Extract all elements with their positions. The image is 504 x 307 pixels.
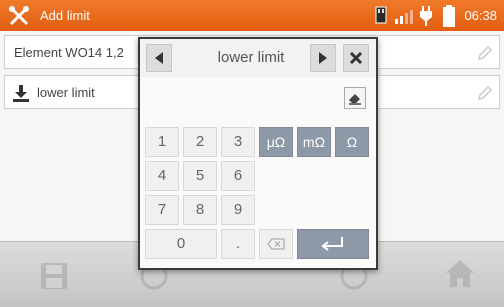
key-2[interactable]: 2 xyxy=(183,127,217,157)
arrow-right-icon xyxy=(319,52,327,64)
enter-button[interactable] xyxy=(297,229,369,259)
key-microohm[interactable]: μΩ xyxy=(259,127,293,157)
key-decimal-point[interactable]: . xyxy=(221,229,255,259)
pencil-icon[interactable] xyxy=(477,45,493,61)
lower-limit-label: lower limit xyxy=(37,85,95,100)
download-icon xyxy=(12,84,30,102)
home-icon[interactable] xyxy=(444,257,476,294)
close-icon xyxy=(349,51,363,65)
dialog-header: lower limit xyxy=(140,39,376,77)
keypad-dialog: lower limit 1 2 3 μΩ mΩ Ω 4 5 6 7 8 9 0 xyxy=(138,37,378,270)
backspace-button[interactable] xyxy=(259,229,293,259)
key-8[interactable]: 8 xyxy=(183,195,217,225)
key-ohm[interactable]: Ω xyxy=(335,127,369,157)
key-4[interactable]: 4 xyxy=(145,161,179,191)
key-6[interactable]: 6 xyxy=(221,161,255,191)
previous-button[interactable] xyxy=(146,44,172,72)
key-0[interactable]: 0 xyxy=(145,229,217,259)
element-name-label: Element WO14 1,2 xyxy=(14,45,124,60)
dialog-title: lower limit xyxy=(217,49,285,66)
pencil-icon[interactable] xyxy=(477,85,493,101)
next-button[interactable] xyxy=(310,44,336,72)
wrench-screwdriver-icon xyxy=(8,5,30,27)
close-button[interactable] xyxy=(343,44,369,72)
enter-icon xyxy=(321,237,343,251)
plug-icon xyxy=(419,6,433,31)
eraser-icon xyxy=(349,94,361,105)
key-5[interactable]: 5 xyxy=(183,161,217,191)
value-display xyxy=(144,79,372,117)
key-7[interactable]: 7 xyxy=(145,195,179,225)
backspace-icon xyxy=(267,238,285,250)
clock: 06:38 xyxy=(464,8,497,23)
signal-icon xyxy=(394,8,414,29)
key-9[interactable]: 9 xyxy=(221,195,255,225)
save-icon[interactable] xyxy=(40,262,68,295)
title-bar: Add limit 06:38 xyxy=(0,0,504,31)
key-milliohm[interactable]: mΩ xyxy=(297,127,331,157)
battery-icon xyxy=(443,5,455,32)
clear-button[interactable] xyxy=(344,87,366,109)
sd-card-icon xyxy=(375,6,387,29)
key-3[interactable]: 3 xyxy=(221,127,255,157)
window-title: Add limit xyxy=(40,8,90,23)
key-1[interactable]: 1 xyxy=(145,127,179,157)
arrow-left-icon xyxy=(155,52,163,64)
